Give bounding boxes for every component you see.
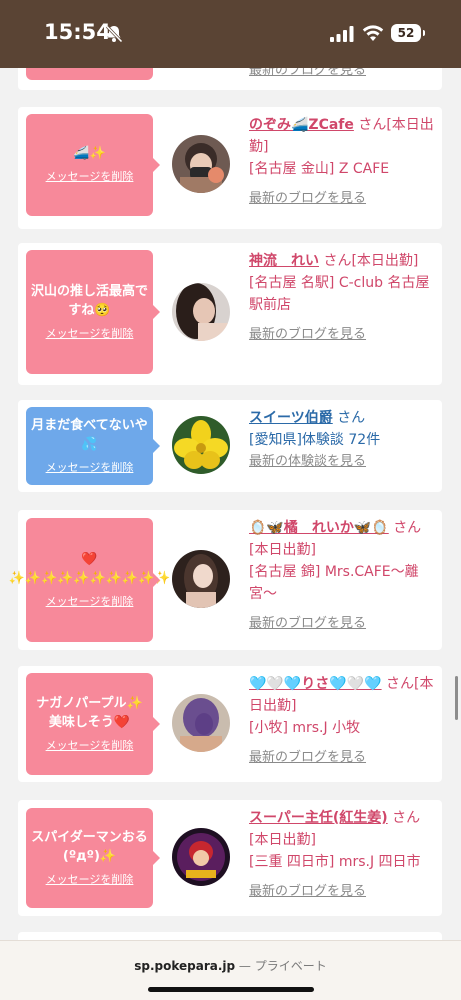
message-text: ナガノパープル✨美味しそう❤️ (36, 695, 143, 730)
list-item: 沢山の推し活最高ですね🥺 メッセージを削除 神流 れい さん[本日出勤] [名古… (18, 243, 442, 385)
status-bar: 15:54 52 (0, 0, 461, 68)
message-bubble: ❤️ ✨✨✨✨✨✨✨✨✨✨ メッセージを削除 (9, 518, 170, 642)
profile-name-link[interactable]: 🪞🦋橘 れいか🦋🪞 (249, 520, 389, 536)
delete-message-link[interactable]: メッセージを削除 (46, 736, 134, 755)
avatar-photo (172, 694, 230, 752)
browser-url-bar[interactable]: sp.pokepara.jp — プライベート (0, 940, 461, 1000)
list-item: ナガノパープル✨美味しそう❤️ メッセージを削除 🩵🤍🩵りさ🩵🤍🩵 さん[本日出… (18, 666, 442, 782)
message-text: 🚄✨ (73, 146, 106, 161)
message-bubble: 沢山の推し活最高ですね🥺 メッセージを削除 (26, 250, 160, 374)
profile-name-line: のぞみ🚄ZCafe さん[本日出勤] (249, 117, 434, 155)
list-item: スパイダーマンおる(ºдº)✨ メッセージを削除 スーパー主任(紅生姜) さん[… (18, 800, 442, 916)
profile-name-link[interactable]: スーパー主任(紅生姜) (249, 810, 388, 826)
message-list: 最新のブログを見る 🚄✨ メッセージを削除 のぞみ🚄ZCafe さん[本日出勤]… (0, 0, 461, 1000)
avatar[interactable] (172, 550, 230, 608)
avatar-photo (172, 135, 230, 193)
shop-info: [名古屋 金山] Z CAFE (249, 161, 390, 177)
profile-name-line: 神流 れい さん[本日出勤] (249, 253, 418, 269)
latest-blog-link[interactable]: 最新のブログを見る (249, 324, 435, 346)
shop-info: [名古屋 錦] Mrs.CAFE〜離宮〜 (249, 564, 419, 602)
message-text: スパイダーマンおる(ºдº)✨ (31, 829, 148, 864)
profile-info: 🪞🦋橘 れいか🦋🪞 さん[本日出勤] [名古屋 錦] Mrs.CAFE〜離宮〜 … (249, 517, 435, 635)
delete-message-link[interactable]: メッセージを削除 (46, 324, 134, 343)
delete-message-link[interactable]: メッセージを削除 (46, 167, 134, 186)
list-item: 月まだ食べてないや💦 メッセージを削除 スイーツ伯爵 さん [愛知県]体験談 7… (18, 400, 442, 492)
profile-name-line: 🩵🤍🩵りさ🩵🤍🩵 さん[本日出勤] (249, 676, 434, 714)
message-bubble: 🚄✨ メッセージを削除 (26, 114, 160, 216)
profile-info: スーパー主任(紅生姜) さん[本日出勤] [三重 四日市] mrs.J 四日市 … (249, 807, 435, 903)
profile-status: さん (337, 410, 366, 426)
shop-info: [愛知県]体験談 72件 (249, 432, 381, 448)
message-text: ❤️ ✨✨✨✨✨✨✨✨✨✨ (8, 551, 171, 586)
url-separator: — (235, 959, 255, 973)
latest-blog-link[interactable]: 最新のブログを見る (249, 613, 435, 635)
list-item: 🚄✨ メッセージを削除 のぞみ🚄ZCafe さん[本日出勤] [名古屋 金山] … (18, 107, 442, 229)
profile-info: スイーツ伯爵 さん [愛知県]体験談 72件 最新の体験談を見る (249, 407, 435, 473)
profile-name-line: スーパー主任(紅生姜) さん[本日出勤] (249, 810, 420, 848)
message-text: 月まだ食べてないや💦 (31, 417, 148, 452)
battery-tip (423, 30, 425, 36)
list-item: ❤️ ✨✨✨✨✨✨✨✨✨✨ メッセージを削除 🪞🦋橘 れいか🦋🪞 さん[本日出勤… (9, 510, 442, 650)
message-bubble: スパイダーマンおる(ºдº)✨ メッセージを削除 (26, 808, 160, 908)
page: 最新のブログを見る 🚄✨ メッセージを削除 のぞみ🚄ZCafe さん[本日出勤]… (0, 0, 461, 1000)
latest-blog-link[interactable]: 最新のブログを見る (249, 747, 435, 769)
battery-indicator: 52 (391, 24, 421, 42)
delete-message-link[interactable]: メッセージを削除 (46, 592, 134, 611)
profile-name-link[interactable]: スイーツ伯爵 (249, 410, 333, 426)
latest-blog-link[interactable]: 最新のブログを見る (249, 188, 435, 210)
latest-blog-link[interactable]: 最新のブログを見る (249, 881, 435, 903)
avatar[interactable] (172, 135, 230, 193)
scrollbar[interactable] (455, 676, 458, 720)
profile-name-link[interactable]: 🩵🤍🩵りさ🩵🤍🩵 (249, 676, 382, 692)
avatar-photo (172, 550, 230, 608)
profile-name-line: スイーツ伯爵 さん (249, 410, 365, 426)
avatar[interactable] (172, 828, 230, 886)
signal-icon (330, 26, 354, 42)
clock: 15:54 (44, 20, 111, 44)
avatar[interactable] (172, 283, 230, 341)
profile-status: さん[本日出勤] (323, 253, 419, 269)
message-text: 沢山の推し活最高ですね🥺 (30, 283, 148, 318)
delete-message-link[interactable]: メッセージを削除 (46, 458, 134, 477)
avatar-photo (172, 416, 230, 474)
wifi-icon (362, 25, 384, 41)
url-display[interactable]: sp.pokepara.jp — プライベート (0, 957, 461, 974)
home-indicator[interactable] (148, 987, 314, 992)
profile-name-link[interactable]: のぞみ🚄ZCafe (249, 117, 354, 133)
profile-info: 🩵🤍🩵りさ🩵🤍🩵 さん[本日出勤] [小牧] mrs.J 小牧 最新のブログを見… (249, 673, 435, 769)
avatar-photo (172, 283, 230, 341)
avatar[interactable] (172, 694, 230, 752)
message-bubble: 月まだ食べてないや💦 メッセージを削除 (26, 407, 160, 485)
profile-name-line: 🪞🦋橘 れいか🦋🪞 さん[本日出勤] (249, 520, 421, 558)
shop-info: [名古屋 名駅] C-club 名古屋駅前店 (249, 275, 430, 313)
profile-name-link[interactable]: 神流 れい (249, 253, 319, 269)
latest-review-link[interactable]: 最新の体験談を見る (249, 451, 435, 473)
profile-info: のぞみ🚄ZCafe さん[本日出勤] [名古屋 金山] Z CAFE 最新のブロ… (249, 114, 435, 210)
private-mode-label: プライベート (254, 959, 327, 973)
delete-message-link[interactable]: メッセージを削除 (46, 870, 134, 889)
profile-info: 神流 れい さん[本日出勤] [名古屋 名駅] C-club 名古屋駅前店 最新… (249, 250, 435, 346)
shop-info: [小牧] mrs.J 小牧 (249, 720, 361, 736)
avatar-photo (172, 828, 230, 886)
shop-info: [三重 四日市] mrs.J 四日市 (249, 854, 421, 870)
url-domain: sp.pokepara.jp (134, 959, 236, 973)
bell-muted-icon (105, 25, 123, 43)
avatar[interactable] (172, 416, 230, 474)
message-bubble: ナガノパープル✨美味しそう❤️ メッセージを削除 (26, 673, 160, 775)
